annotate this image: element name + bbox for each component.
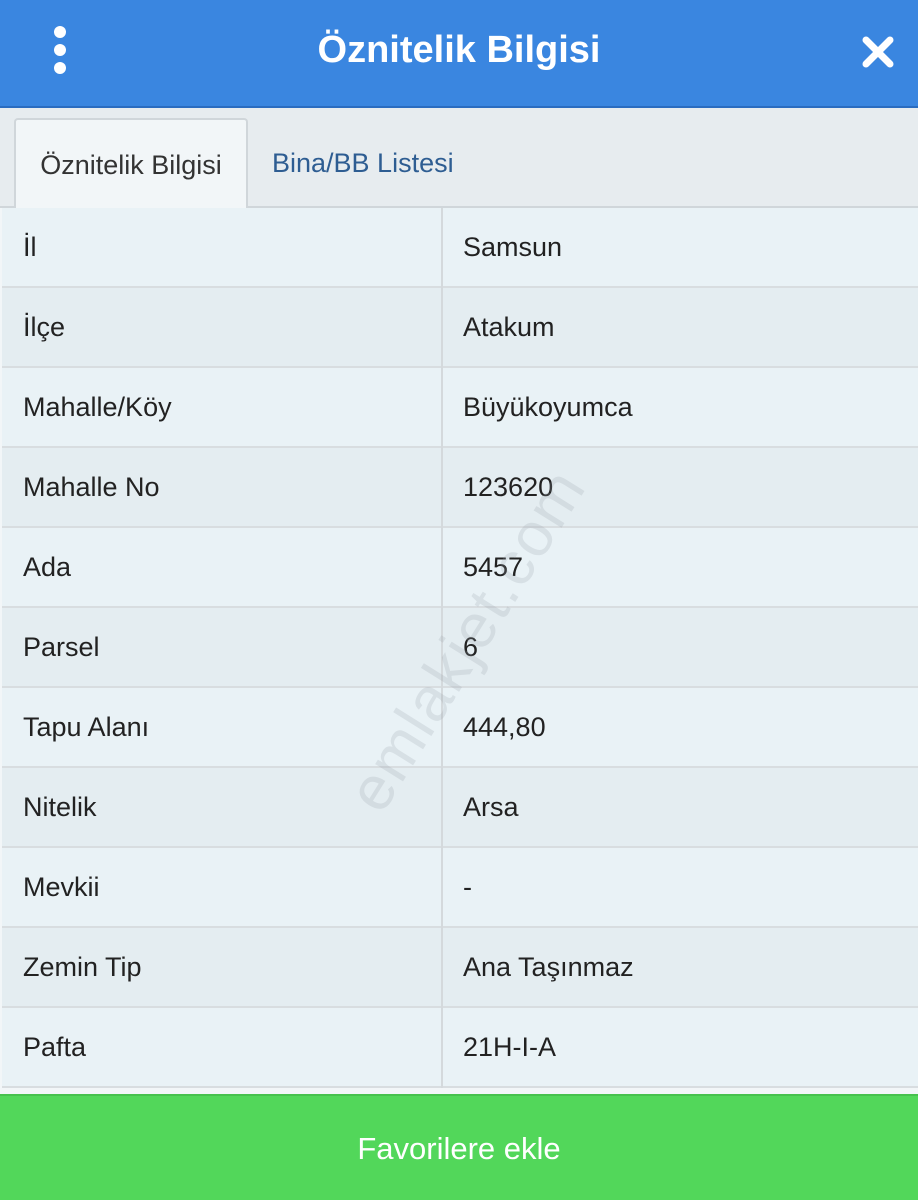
row-label: Parsel xyxy=(23,632,100,662)
row-value: Büyükoyumca xyxy=(463,392,633,422)
column-divider xyxy=(441,608,443,688)
table-row: Tapu Alanı 444,80 xyxy=(2,688,918,768)
row-label: Nitelik xyxy=(23,792,97,822)
table-row: Parsel 6 xyxy=(2,608,918,688)
attribute-info-dialog: Öznitelik Bilgisi Öznitelik Bilgisi Bina… xyxy=(0,0,918,1200)
row-label: İlçe xyxy=(23,312,66,342)
row-value: Atakum xyxy=(463,312,555,342)
column-divider xyxy=(441,768,443,848)
header-bar: Öznitelik Bilgisi xyxy=(0,0,918,108)
attribute-table: İl Samsun İlçe Atakum Mahalle/Köy Büyüko… xyxy=(2,208,918,1088)
row-value: 123620 xyxy=(463,472,554,502)
row-value: Arsa xyxy=(463,792,519,822)
row-label: Zemin Tip xyxy=(23,952,142,982)
row-value: 21H-I-A xyxy=(463,1032,557,1062)
row-label: Mahalle No xyxy=(23,472,160,502)
column-divider xyxy=(441,848,443,928)
table-row: Ada 5457 xyxy=(2,528,918,608)
column-divider xyxy=(441,1008,443,1088)
column-divider xyxy=(441,928,443,1008)
row-value: Samsun xyxy=(463,232,563,262)
row-value: 444,80 xyxy=(463,712,546,742)
column-divider xyxy=(441,288,443,368)
row-value: 6 xyxy=(463,632,479,662)
table-row: Zemin Tip Ana Taşınmaz xyxy=(2,928,918,1008)
table-row: Pafta 21H-I-A xyxy=(2,1008,918,1088)
row-value: 5457 xyxy=(463,552,524,582)
row-label: Pafta xyxy=(23,1032,87,1062)
tab-building-list[interactable]: Bina/BB Listesi xyxy=(272,118,512,208)
column-divider xyxy=(441,688,443,768)
close-icon-glyph xyxy=(862,36,894,68)
row-label: Tapu Alanı xyxy=(23,712,150,742)
dialog-title: Öznitelik Bilgisi xyxy=(317,29,601,71)
column-divider xyxy=(441,368,443,448)
menu-dot xyxy=(54,26,66,38)
tab-attribute-info[interactable]: Öznitelik Bilgisi xyxy=(14,118,248,210)
more-vertical-icon[interactable] xyxy=(38,22,82,78)
column-divider xyxy=(441,448,443,528)
table-row: Nitelik Arsa xyxy=(2,768,918,848)
menu-dot xyxy=(54,44,66,56)
row-label: Mahalle/Köy xyxy=(23,392,172,422)
table-row: Mevkii - xyxy=(2,848,918,928)
column-divider xyxy=(441,208,443,288)
menu-dot xyxy=(54,62,66,74)
close-icon[interactable] xyxy=(856,30,900,74)
row-value: - xyxy=(463,872,472,902)
row-label: İl xyxy=(23,232,37,262)
column-divider xyxy=(441,528,443,608)
table-row: İlçe Atakum xyxy=(2,288,918,368)
row-label: Mevkii xyxy=(23,872,100,902)
table-row: Mahalle/Köy Büyükoyumca xyxy=(2,368,918,448)
row-value: Ana Taşınmaz xyxy=(463,952,634,982)
add-to-favorites-button[interactable]: Favorilere ekle xyxy=(0,1094,918,1200)
row-label: Ada xyxy=(23,552,72,582)
table-row: İl Samsun xyxy=(2,208,918,288)
table-row: Mahalle No 123620 xyxy=(2,448,918,528)
tab-bar: Öznitelik Bilgisi Bina/BB Listesi xyxy=(0,108,918,210)
